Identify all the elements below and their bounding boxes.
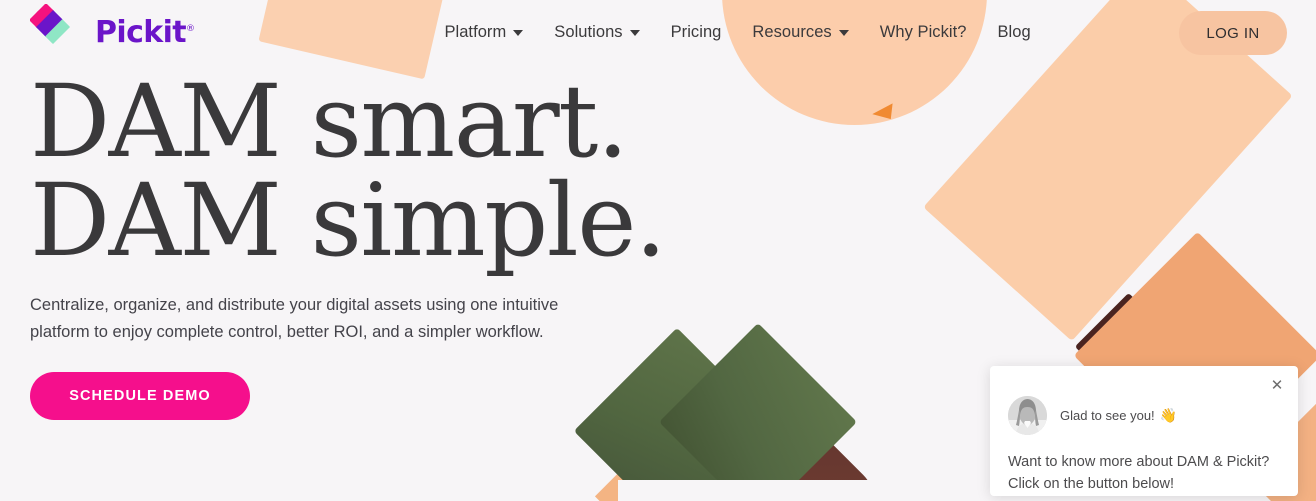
photo-arm-skin-shape bbox=[594, 453, 668, 501]
chat-greeting-text: Glad to see you! bbox=[1060, 408, 1155, 423]
nav-item-blog[interactable]: Blog bbox=[997, 23, 1030, 42]
nav-item-resources[interactable]: Resources bbox=[752, 22, 849, 42]
photo-arm-mask bbox=[618, 480, 948, 501]
nav-item-label: Resources bbox=[752, 22, 832, 41]
close-icon[interactable]: ✕ bbox=[1268, 376, 1286, 394]
nav-item-why-pickit[interactable]: Why Pickit? bbox=[880, 23, 967, 42]
nav-item-label: Pricing bbox=[670, 22, 722, 41]
nav-item-label: Blog bbox=[997, 22, 1031, 41]
chevron-down-icon[interactable] bbox=[838, 30, 849, 36]
registered-mark: ® bbox=[186, 23, 195, 34]
page-title: DAM smart. DAM simple. bbox=[30, 72, 690, 279]
pickit-eraser-logo-icon bbox=[30, 4, 86, 60]
main-navigation: Platform Solutions Pricing Resources Why… bbox=[444, 23, 1030, 42]
nav-item-platform[interactable]: Platform bbox=[444, 22, 524, 42]
chat-message: Want to know more about DAM & Pickit? Cl… bbox=[1008, 452, 1280, 496]
brand-name-text: Pickit bbox=[95, 14, 187, 50]
chat-message-line-1: Want to know more about DAM & Pickit? bbox=[1008, 454, 1270, 470]
chat-greeting-row: Glad to see you! 👋 bbox=[1008, 396, 1280, 435]
chevron-down-icon[interactable] bbox=[513, 30, 524, 36]
nav-item-pricing[interactable]: Pricing bbox=[671, 23, 722, 42]
chat-message-line-2: Click on the button below! bbox=[1008, 475, 1175, 492]
chevron-down-icon[interactable] bbox=[629, 30, 640, 36]
nav-item-label: Solutions bbox=[554, 22, 623, 41]
waving-hand-icon: 👋 bbox=[1159, 407, 1178, 423]
brand-logo-link[interactable]: Pickit® bbox=[30, 4, 195, 60]
hero-subcopy: Centralize, organize, and distribute you… bbox=[30, 296, 559, 342]
agent-avatar-photo bbox=[1008, 396, 1047, 435]
brand-wordmark: Pickit® bbox=[95, 14, 195, 50]
site-header: Pickit® Platform Solutions Pricing Resou… bbox=[0, 0, 1316, 64]
headline-line-2: DAM simple. bbox=[30, 162, 667, 279]
orange-triangle-accent-shape bbox=[872, 103, 899, 126]
nav-item-label: Why Pickit? bbox=[879, 22, 967, 41]
chat-greeting-text-row: Glad to see you! 👋 bbox=[1060, 407, 1177, 424]
nav-item-label: Platform bbox=[444, 22, 507, 41]
login-button[interactable]: LOG IN bbox=[1179, 11, 1287, 55]
nav-item-solutions[interactable]: Solutions bbox=[554, 22, 640, 42]
hero-section: DAM smart. DAM simple. Centralize, organ… bbox=[30, 72, 690, 421]
schedule-demo-button[interactable]: SCHEDULE DEMO bbox=[30, 372, 250, 421]
chat-widget[interactable]: ✕ Glad to see you! � bbox=[990, 366, 1298, 496]
